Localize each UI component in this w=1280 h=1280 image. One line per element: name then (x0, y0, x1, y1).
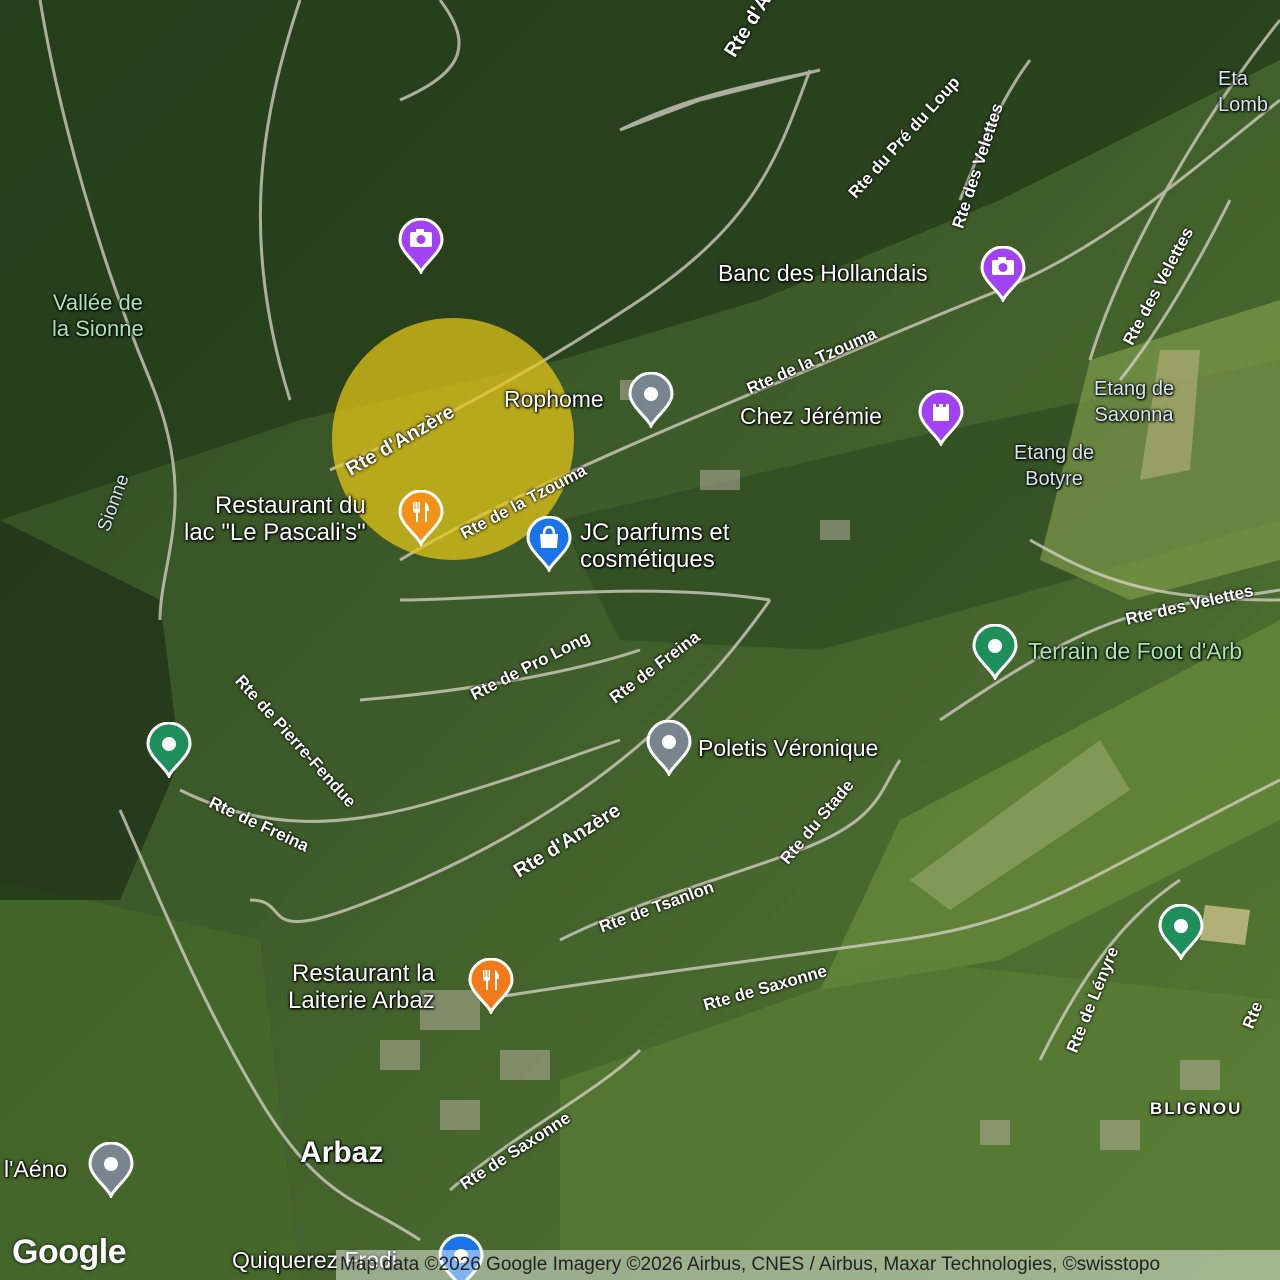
poi-label[interactable]: l'Aéno (4, 1156, 67, 1182)
google-logo: Google (12, 1233, 127, 1271)
lake-label: Eta Lomb (1218, 68, 1269, 116)
pin-icon (88, 1142, 134, 1198)
shop-pin[interactable] (526, 516, 572, 572)
park-icon (1158, 904, 1204, 960)
pin-icon (646, 720, 692, 776)
poi-label[interactable]: Chez Jérémie (740, 403, 882, 429)
camera-icon (398, 218, 444, 274)
town-label: Arbaz (300, 1136, 384, 1169)
park-icon (972, 624, 1018, 680)
photo-spot-pin[interactable] (980, 246, 1026, 302)
poi-label[interactable]: Banc des Hollandais (718, 260, 928, 286)
restaurant-pin[interactable] (468, 958, 514, 1014)
poi-label[interactable]: Restaurant du lac "Le Pascali's" (184, 492, 366, 546)
camera-icon (980, 246, 1026, 302)
fork-knife-icon (398, 490, 444, 546)
park-pin[interactable] (146, 722, 192, 778)
map-canvas[interactable]: Rte d'An Rte du Pré du Loup Rte des Vele… (0, 0, 1280, 1280)
poi-label[interactable]: Restaurant la Laiterie Arbaz (288, 960, 435, 1014)
lake-label: Etang de Saxonna (1094, 378, 1175, 426)
park-icon (146, 722, 192, 778)
poi-label[interactable]: Rophome (504, 386, 604, 412)
hamlet-label: BLIGNOU (1150, 1099, 1243, 1118)
landmark-pin[interactable] (918, 390, 964, 446)
shopping-bag-icon (526, 516, 572, 572)
castle-icon (918, 390, 964, 446)
park-pin[interactable] (972, 624, 1018, 680)
valley-label: Vallée de la Sionne (52, 290, 144, 341)
poi-label[interactable]: Terrain de Foot d'Arb (1028, 638, 1242, 664)
pin-icon (628, 372, 674, 428)
park-pin[interactable] (1158, 904, 1204, 960)
photo-spot-pin[interactable] (398, 218, 444, 274)
poi-label[interactable]: Poletis Véronique (698, 735, 878, 761)
poi-label[interactable]: JC parfums et cosmétiques (580, 519, 729, 573)
place-pin[interactable] (88, 1142, 134, 1198)
lake-label: Etang de Botyre (1014, 442, 1095, 490)
place-pin[interactable] (628, 372, 674, 428)
restaurant-pin[interactable] (398, 490, 444, 546)
map-attribution: Map data ©2026 Google Imagery ©2026 Airb… (336, 1250, 1280, 1280)
fork-knife-icon (468, 958, 514, 1014)
place-pin[interactable] (646, 720, 692, 776)
